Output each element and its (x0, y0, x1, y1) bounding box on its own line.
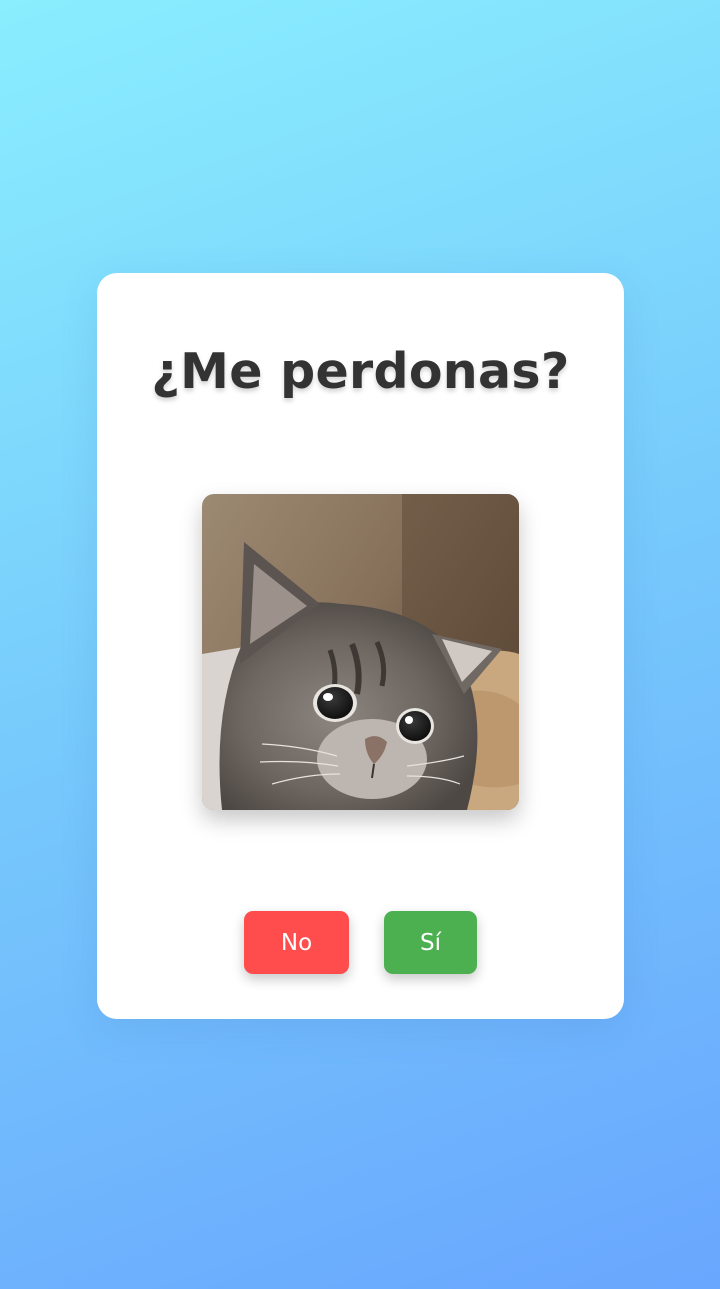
kitten-image (202, 494, 519, 810)
kitten-illustration (202, 494, 519, 810)
yes-button[interactable]: Sí (384, 911, 477, 974)
apology-card: ¿Me perdonas? No Sí (97, 273, 624, 1019)
no-button[interactable]: No (244, 911, 349, 974)
page-title: ¿Me perdonas? (151, 343, 570, 400)
